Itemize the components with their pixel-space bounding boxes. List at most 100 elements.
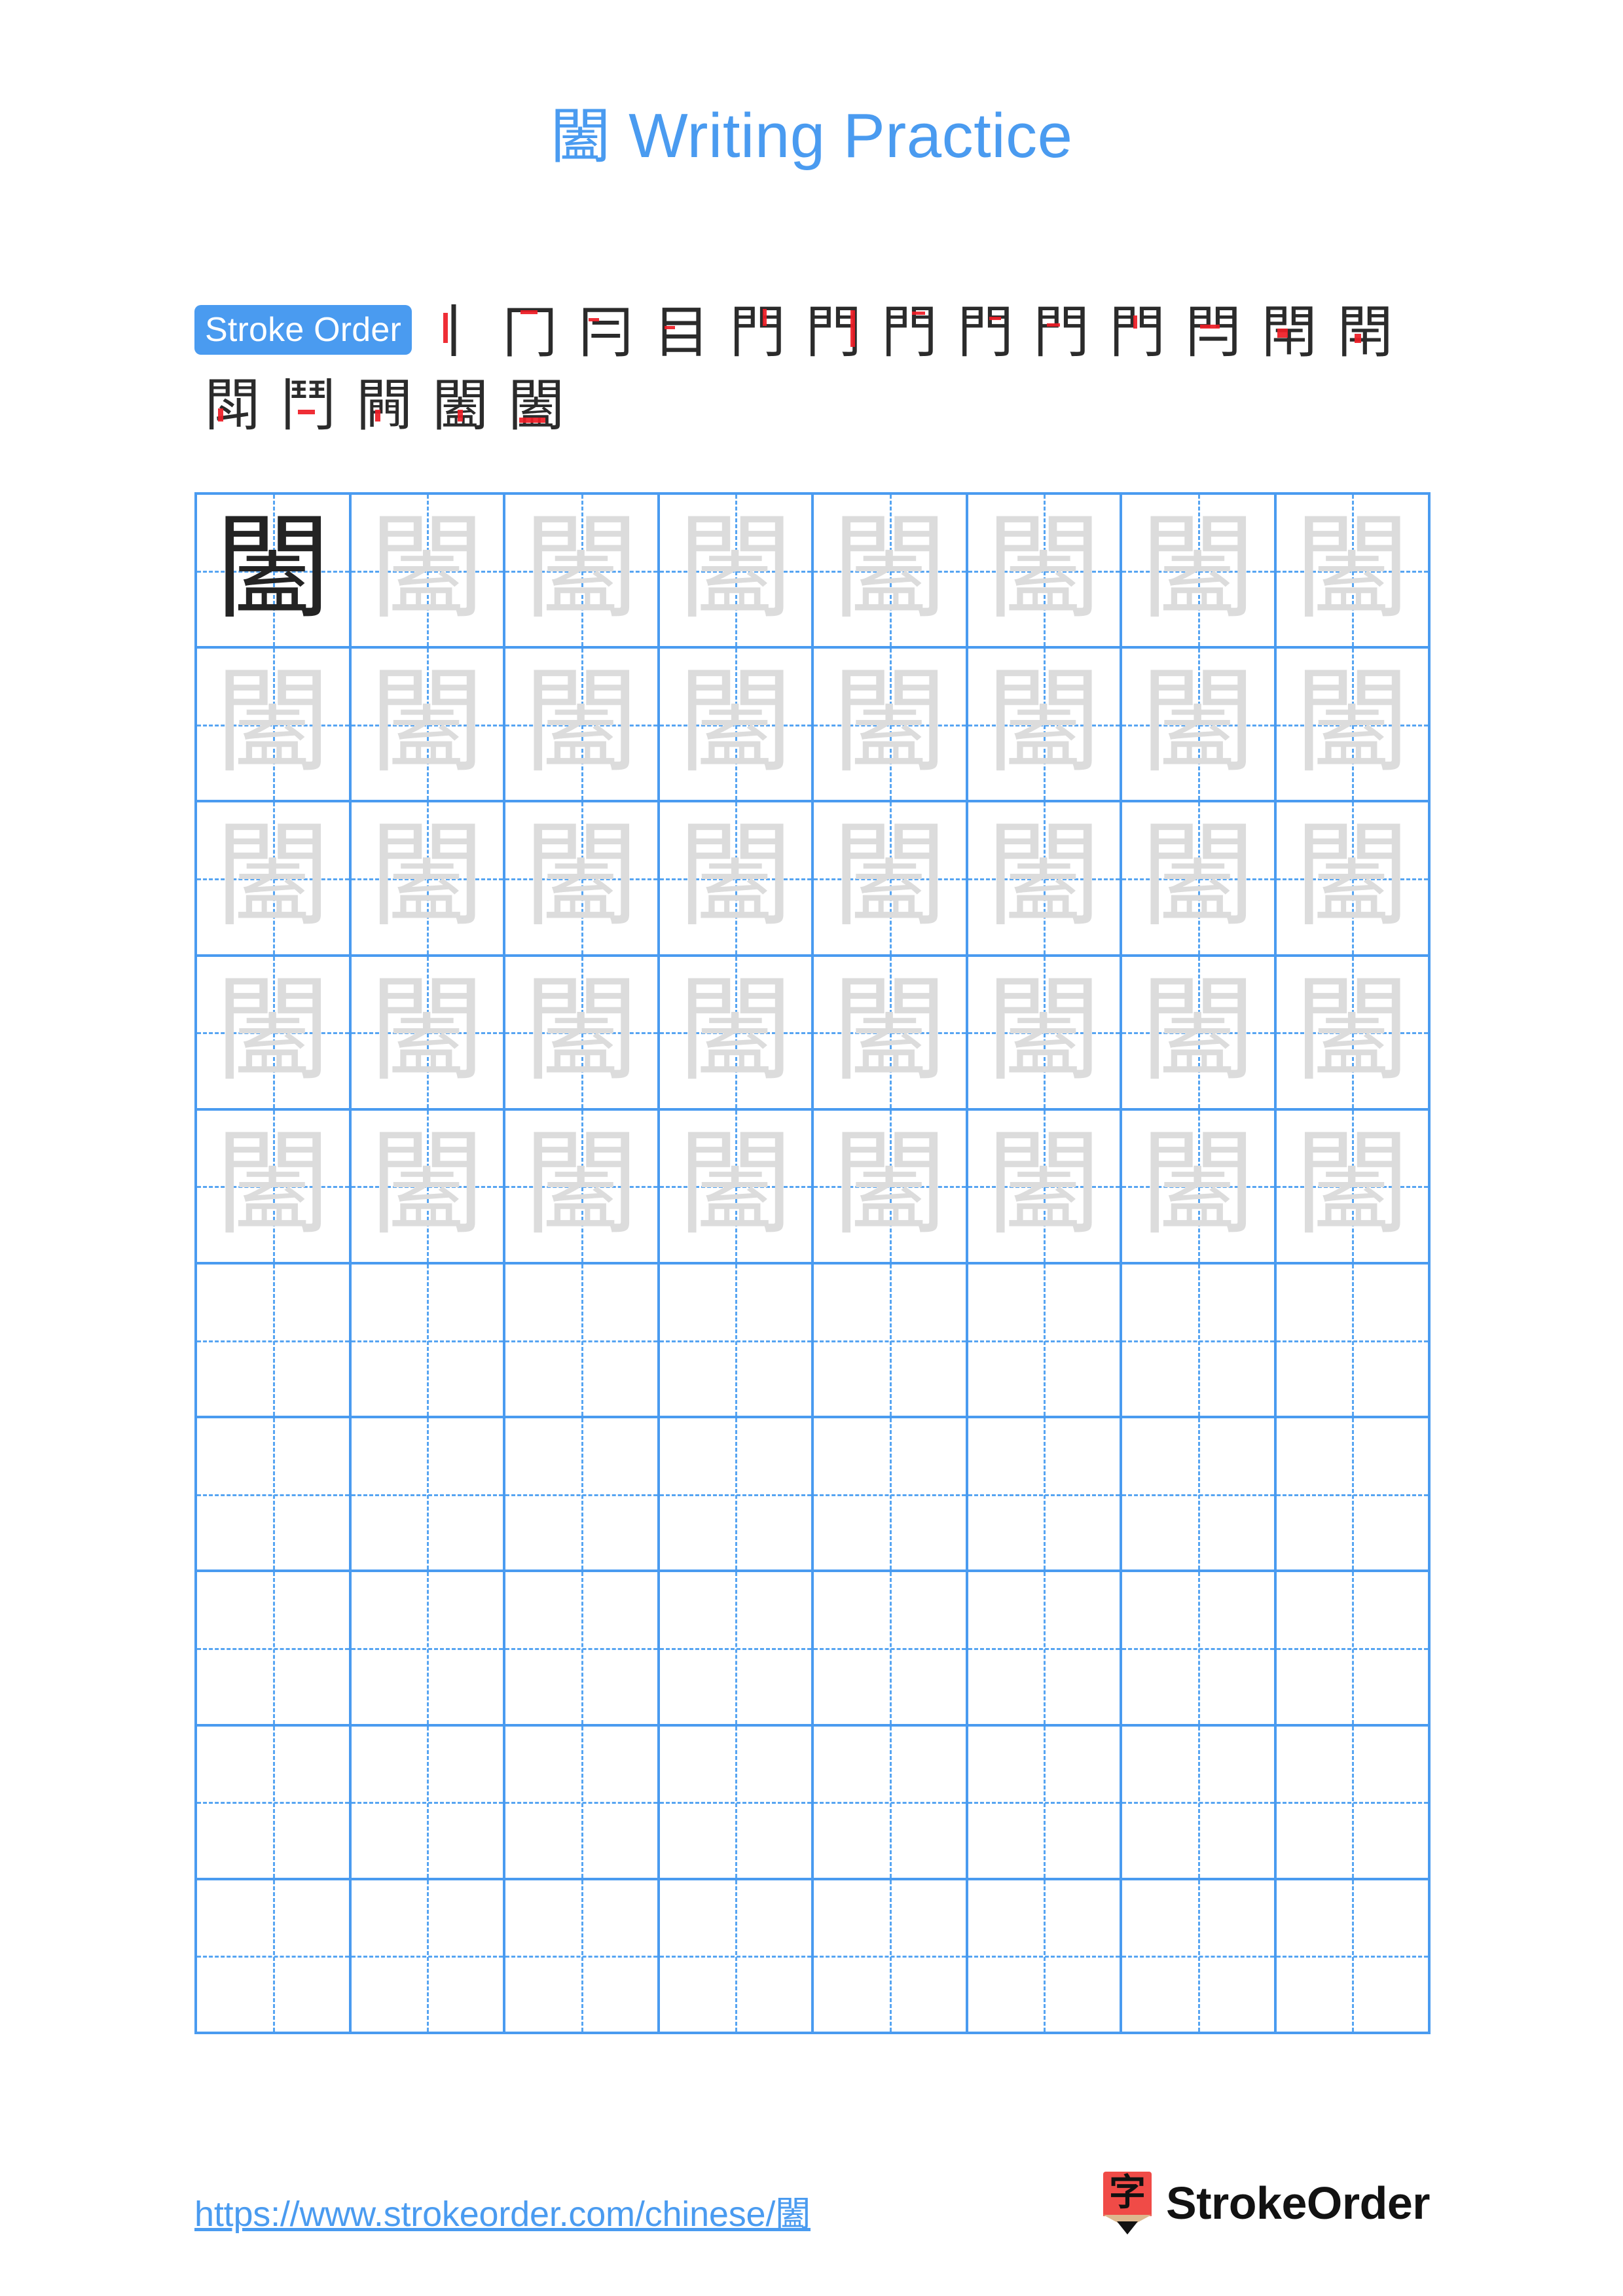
practice-cell[interactable] <box>197 1418 352 1573</box>
practice-cell[interactable] <box>1122 1418 1277 1573</box>
practice-cell[interactable] <box>351 1264 505 1419</box>
trace-character: 闔 <box>832 1117 947 1251</box>
practice-cell[interactable]: 闔 <box>1122 1110 1277 1265</box>
practice-cell[interactable]: 闔 <box>505 495 660 649</box>
practice-cell[interactable] <box>1276 1726 1431 1880</box>
practice-cell[interactable]: 闔 <box>197 1110 352 1265</box>
practice-cell[interactable]: 闔 <box>1122 802 1277 957</box>
practice-cell[interactable]: 闔 <box>197 802 352 957</box>
practice-cell[interactable]: 闔 <box>968 1110 1122 1265</box>
practice-cell[interactable] <box>814 1418 968 1573</box>
practice-cell[interactable] <box>1276 1880 1431 2034</box>
practice-cell[interactable] <box>1122 1572 1277 1727</box>
practice-cell[interactable]: 闔 <box>814 1110 968 1265</box>
practice-cell[interactable]: 闔 <box>505 649 660 803</box>
practice-cell[interactable]: 闔 <box>659 956 814 1111</box>
practice-cell[interactable]: 闔 <box>968 495 1122 649</box>
practice-cell[interactable] <box>814 1880 968 2034</box>
blank-cell <box>968 1727 1120 1878</box>
practice-cell[interactable]: 闔 <box>814 802 968 957</box>
practice-cell[interactable]: 闔 <box>659 1110 814 1265</box>
practice-cell[interactable]: 闔 <box>351 956 505 1111</box>
blank-cell <box>814 1265 966 1416</box>
practice-cell[interactable] <box>968 1264 1122 1419</box>
practice-cell[interactable]: 闔 <box>1276 956 1431 1111</box>
practice-cell[interactable] <box>505 1880 660 2034</box>
practice-cell[interactable] <box>659 1572 814 1727</box>
practice-cell[interactable] <box>659 1418 814 1573</box>
practice-cell[interactable] <box>1276 1418 1431 1573</box>
trace-character: 闔 <box>369 656 484 789</box>
practice-cell[interactable] <box>505 1418 660 1573</box>
practice-cell[interactable] <box>968 1572 1122 1727</box>
blank-cell <box>660 1572 812 1723</box>
practice-cell[interactable]: 闔 <box>659 495 814 649</box>
practice-cell[interactable]: 闔 <box>814 649 968 803</box>
practice-cell[interactable]: 闔 <box>505 1110 660 1265</box>
practice-cell[interactable] <box>1122 1880 1277 2034</box>
practice-cell[interactable] <box>197 1880 352 2034</box>
pencil-tip <box>1117 2221 1139 2234</box>
page-title-text: Writing Practice <box>629 101 1073 171</box>
practice-cell[interactable]: 闔 <box>659 802 814 957</box>
practice-cell[interactable]: 闔 <box>1276 495 1431 649</box>
stroke-step-15-glyph: 鬥 <box>280 373 337 439</box>
practice-cell[interactable]: 闔 <box>1276 649 1431 803</box>
practice-cell[interactable]: 闔 <box>814 495 968 649</box>
practice-cell[interactable] <box>814 1572 968 1727</box>
practice-cell[interactable]: 闔 <box>1122 956 1277 1111</box>
practice-cell[interactable] <box>351 1572 505 1727</box>
practice-cell[interactable]: 闔 <box>814 956 968 1111</box>
practice-cell[interactable] <box>659 1880 814 2034</box>
stroke-step-12-glyph: 閈 <box>1261 300 1318 365</box>
practice-cell[interactable]: 闔 <box>968 802 1122 957</box>
page-footer: https://www.strokeorder.com/chinese/闔 字 … <box>0 2172 1623 2258</box>
practice-cell[interactable] <box>351 1726 505 1880</box>
practice-cell[interactable]: 闔 <box>197 495 352 649</box>
practice-cell[interactable] <box>968 1418 1122 1573</box>
practice-cell[interactable]: 闔 <box>968 956 1122 1111</box>
trace-character: 闔 <box>678 502 793 636</box>
source-url-link[interactable]: https://www.strokeorder.com/chinese/闔 <box>194 2185 811 2236</box>
blank-cell <box>352 1727 503 1878</box>
practice-cell[interactable]: 闔 <box>351 649 505 803</box>
practice-cell[interactable] <box>505 1572 660 1727</box>
trace-character: 闔 <box>832 810 947 943</box>
practice-cell[interactable] <box>1276 1572 1431 1727</box>
practice-cell[interactable] <box>1122 1726 1277 1880</box>
practice-cell[interactable] <box>351 1418 505 1573</box>
practice-cell[interactable] <box>968 1726 1122 1880</box>
trace-character: 闔 <box>986 810 1101 943</box>
practice-cell[interactable]: 闔 <box>659 649 814 803</box>
practice-cell[interactable]: 闔 <box>968 649 1122 803</box>
practice-cell[interactable] <box>197 1726 352 1880</box>
practice-cell[interactable]: 闔 <box>1276 1110 1431 1265</box>
practice-cell[interactable] <box>659 1264 814 1419</box>
stroke-step-17-glyph: 闔 <box>432 373 488 439</box>
practice-cell[interactable] <box>814 1264 968 1419</box>
practice-cell[interactable]: 闔 <box>505 802 660 957</box>
practice-cell[interactable]: 闔 <box>505 956 660 1111</box>
stroke-step-8: 門 <box>947 296 1023 369</box>
practice-cell[interactable] <box>1276 1264 1431 1419</box>
practice-cell[interactable]: 闔 <box>351 495 505 649</box>
practice-cell[interactable]: 闔 <box>1276 802 1431 957</box>
blank-cell <box>814 1418 966 1570</box>
stroke-step-7-glyph: 門 <box>881 300 938 365</box>
practice-cell[interactable] <box>197 1572 352 1727</box>
practice-cell[interactable] <box>505 1264 660 1419</box>
practice-cell[interactable]: 闔 <box>197 649 352 803</box>
practice-cell[interactable] <box>1122 1264 1277 1419</box>
practice-cell[interactable]: 闔 <box>351 802 505 957</box>
practice-cell[interactable]: 闔 <box>1122 649 1277 803</box>
practice-cell[interactable]: 闔 <box>351 1110 505 1265</box>
practice-cell[interactable] <box>351 1880 505 2034</box>
practice-cell[interactable]: 闔 <box>1122 495 1277 649</box>
practice-cell[interactable] <box>505 1726 660 1880</box>
practice-cell[interactable] <box>659 1726 814 1880</box>
practice-cell[interactable] <box>968 1880 1122 2034</box>
practice-cell[interactable] <box>814 1726 968 1880</box>
practice-cell[interactable] <box>197 1264 352 1419</box>
stroke-step-2-glyph: 冂 <box>501 300 558 365</box>
practice-cell[interactable]: 闔 <box>197 956 352 1111</box>
